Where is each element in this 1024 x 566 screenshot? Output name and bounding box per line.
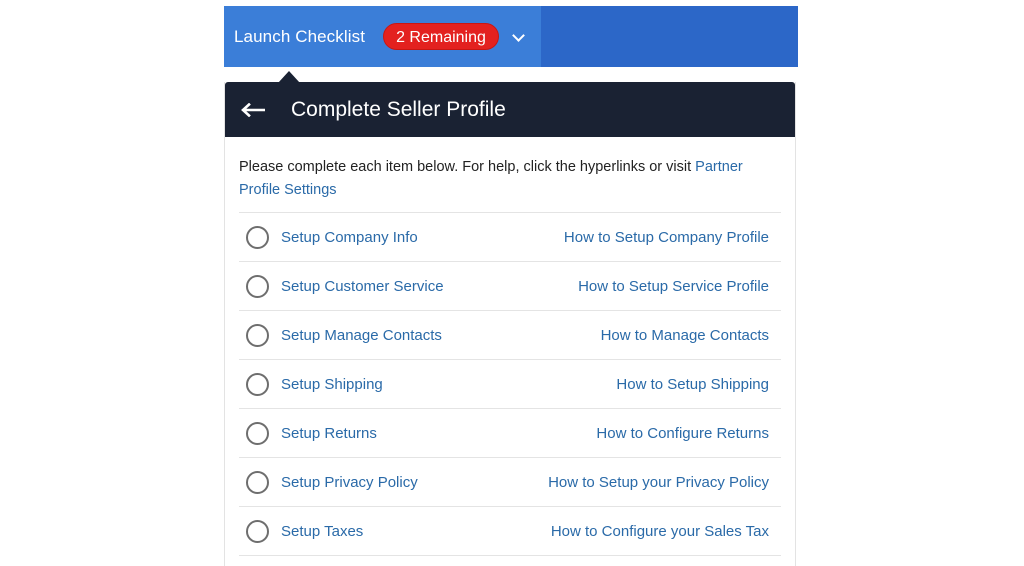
task-link[interactable]: Setup Returns [281,425,377,442]
checklist-item: Setup Customer Service How to Setup Serv… [239,262,781,311]
checklist-item: Setup Taxes How to Configure your Sales … [239,507,781,556]
launch-checklist-toggle[interactable]: Launch Checklist 2 Remaining [224,6,541,67]
remaining-badge: 2 Remaining [383,23,499,50]
checklist: Setup Company Info How to Setup Company … [239,212,781,556]
radio-button[interactable] [246,225,269,249]
task-link[interactable]: Setup Shipping [281,376,383,393]
help-link[interactable]: How to Configure Returns [596,425,769,442]
checklist-item: Setup Privacy Policy How to Setup your P… [239,458,781,507]
help-link[interactable]: How to Setup Service Profile [578,278,769,295]
checklist-item: Setup Shipping How to Setup Shipping [239,360,781,409]
help-link[interactable]: How to Setup Shipping [616,376,769,393]
checklist-item: Setup Returns How to Configure Returns [239,409,781,458]
panel-header: Complete Seller Profile [225,82,795,137]
radio-button[interactable] [246,323,269,347]
task-link[interactable]: Setup Manage Contacts [281,327,442,344]
radio-button[interactable] [246,470,269,494]
task-link[interactable]: Setup Privacy Policy [281,474,418,491]
chevron-down-icon[interactable] [511,29,527,45]
help-link[interactable]: How to Setup Company Profile [564,229,769,246]
launch-checklist-title: Launch Checklist [234,26,366,46]
help-link[interactable]: How to Setup your Privacy Policy [548,474,769,491]
radio-button[interactable] [246,274,269,298]
panel-title: Complete Seller Profile [291,97,506,121]
radio-button[interactable] [246,372,269,396]
checklist-item: Setup Manage Contacts How to Manage Cont… [239,311,781,360]
help-link[interactable]: How to Manage Contacts [601,327,769,344]
intro-text: Please complete each item below. For hel… [225,137,795,202]
task-link[interactable]: Setup Customer Service [281,278,444,295]
radio-button[interactable] [246,421,269,445]
radio-button[interactable] [246,519,269,543]
arrow-left-icon[interactable] [225,82,281,137]
launch-checklist-bar: Launch Checklist 2 Remaining [224,6,798,67]
task-link[interactable]: Setup Taxes [281,523,363,540]
topbar-filler [540,6,798,67]
help-link[interactable]: How to Configure your Sales Tax [551,523,769,540]
task-link[interactable]: Setup Company Info [281,229,418,246]
intro-message: Please complete each item below. For hel… [239,159,696,175]
checklist-item: Setup Company Info How to Setup Company … [239,213,781,262]
screen: Launch Checklist 2 Remaining Complete Se… [0,0,1024,566]
seller-profile-panel: Complete Seller Profile Please complete … [224,82,796,566]
